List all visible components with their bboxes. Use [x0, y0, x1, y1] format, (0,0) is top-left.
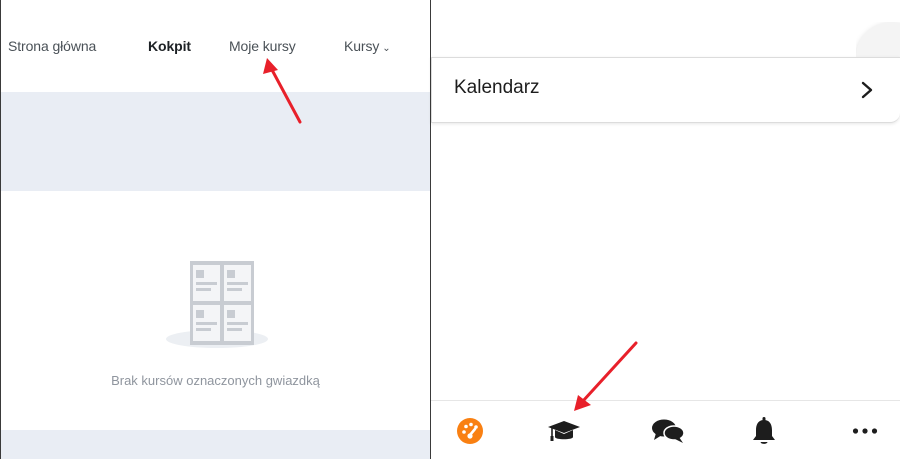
- primary-navigation: Strona główna Kokpit Moje kursy Kursy ⌄: [1, 0, 430, 92]
- nav-my-courses-link[interactable]: Moje kursy: [229, 38, 296, 54]
- footer-band: [1, 430, 430, 459]
- bell-icon: [753, 417, 775, 444]
- nav-dashboard-link[interactable]: Kokpit: [148, 38, 191, 54]
- chevron-right-icon: [861, 81, 873, 99]
- tab-my-courses[interactable]: [544, 413, 584, 449]
- tab-messages[interactable]: [648, 413, 688, 449]
- dashboard-icon: [457, 418, 483, 444]
- mobile-app-panel: Kalendarz: [431, 0, 900, 459]
- page-header-band: [1, 92, 430, 191]
- chevron-down-icon: ⌄: [382, 43, 391, 54]
- starred-courses-empty-state: Brak kursów oznaczonych gwiazdką: [1, 191, 430, 430]
- courses-empty-illustration: [166, 261, 268, 348]
- more-icon: [852, 428, 878, 434]
- tab-dashboard[interactable]: [450, 413, 490, 449]
- calendar-title: Kalendarz: [454, 77, 540, 98]
- empty-state-message: Brak kursów oznaczonych gwiazdką: [111, 373, 320, 388]
- tab-notifications[interactable]: [744, 413, 784, 449]
- graduation-cap-icon: [548, 421, 580, 441]
- tab-more[interactable]: [845, 413, 885, 449]
- web-moodle-panel: Strona główna Kokpit Moje kursy Kursy⌄: [0, 0, 431, 459]
- nav-courses-dropdown[interactable]: Kursy ⌄: [344, 38, 391, 54]
- nav-home-link[interactable]: Strona główna: [8, 38, 96, 54]
- chat-bubbles-icon: [652, 419, 685, 443]
- calendar-block[interactable]: Kalendarz: [431, 57, 900, 123]
- bottom-tab-bar: [431, 400, 900, 459]
- nav-courses-label: Kursy: [344, 38, 380, 54]
